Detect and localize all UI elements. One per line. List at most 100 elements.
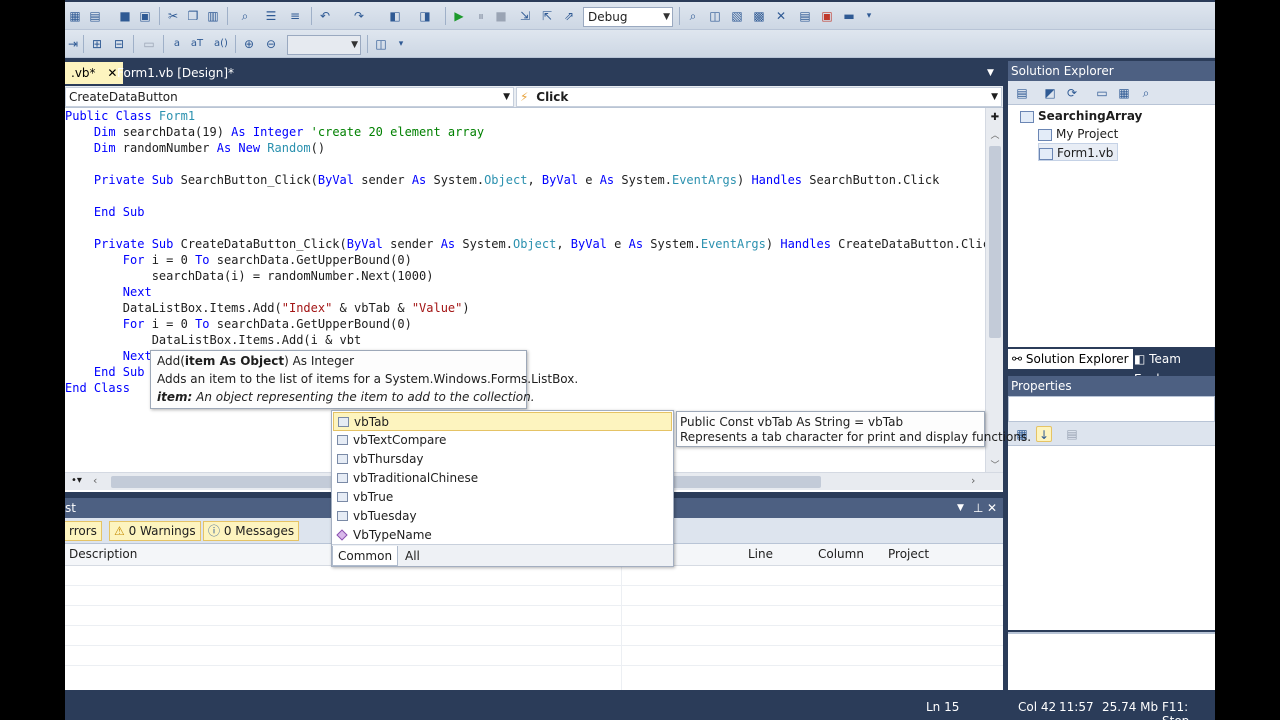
navigate-back-icon[interactable]: ◧ (387, 8, 403, 24)
tab-form1-design[interactable]: Form1.vb [Design]* (111, 62, 240, 84)
completion-item[interactable]: vbTuesday (333, 507, 672, 526)
zoom-combo[interactable]: ▼ (287, 35, 361, 55)
step-into-icon[interactable]: ⇲ (517, 8, 533, 24)
add-item-icon[interactable]: ▤ (87, 8, 103, 24)
tab-solution-explorer[interactable]: ⚯ Solution Explorer (1008, 349, 1133, 369)
completion-item[interactable]: vbTab (333, 412, 672, 431)
format-bold-icon[interactable]: a (169, 36, 185, 52)
scroll-left-icon[interactable]: ‹ (93, 474, 97, 487)
format-font-icon[interactable]: aT (189, 36, 205, 52)
code-line[interactable]: Private Sub CreateDataButton_Click(ByVal… (65, 236, 985, 252)
start-debugging-icon[interactable]: ▶ (451, 8, 467, 24)
vertical-scrollbar[interactable]: ✚ ︿ ﹀ (985, 108, 1003, 478)
code-line[interactable]: Next (65, 348, 152, 364)
solution-explorer-icon[interactable]: ◫ (707, 8, 723, 24)
navigate-forward-icon[interactable]: ◨ (417, 8, 433, 24)
completion-item[interactable]: vbTraditionalChinese (333, 469, 672, 488)
tree-item-form1[interactable]: Form1.vb (1038, 143, 1119, 161)
cut-icon[interactable]: ✂ (165, 8, 181, 24)
uncomment-icon[interactable]: ≡ (287, 8, 303, 24)
scroll-right-icon[interactable]: › (971, 474, 975, 487)
code-line[interactable]: For i = 0 To searchData.GetUpperBound(0) (65, 252, 412, 268)
tab-team-explorer[interactable]: ◧ Team Explor (1130, 349, 1215, 386)
properties-icon[interactable]: ▤ (1014, 85, 1030, 101)
bookmark-icon[interactable]: ⊞ (89, 36, 105, 52)
pause-icon[interactable]: ⏸ (473, 8, 489, 24)
code-line[interactable]: End Sub (65, 364, 145, 380)
refresh-icon[interactable]: ⟳ (1064, 85, 1080, 101)
view-designer-icon[interactable]: ▦ (1116, 85, 1132, 101)
vertical-scrollbar-thumb[interactable] (989, 146, 1001, 338)
redo-icon[interactable]: ↷ (351, 8, 367, 24)
code-line[interactable]: DataListBox.Items.Add("Index" & vbTab & … (65, 300, 470, 316)
tree-item-my-project[interactable]: My Project (1038, 125, 1118, 143)
chevron-down-icon[interactable]: ▼ (981, 62, 1000, 84)
code-line[interactable]: Private Sub SearchButton_Click(ByVal sen… (65, 172, 939, 188)
start-page-icon[interactable]: ▤ (797, 8, 813, 24)
zoom-out-icon[interactable]: ⊖ (263, 36, 279, 52)
extension-manager-icon[interactable]: ▣ (819, 8, 835, 24)
object-browser-icon[interactable]: ▩ (751, 8, 767, 24)
properties-grid[interactable] (1008, 446, 1215, 630)
find-in-files-icon[interactable]: ⌕ (685, 8, 701, 24)
code-line[interactable]: DataListBox.Items.Add(i & vbt (65, 332, 362, 348)
find-icon[interactable]: ⌕ (237, 8, 253, 24)
comment-icon[interactable]: ☰ (263, 8, 279, 24)
class-diagram-icon[interactable]: ⌕ (1138, 85, 1154, 101)
save-icon[interactable]: ■ (117, 8, 133, 24)
close-icon[interactable]: ✕ (987, 498, 997, 518)
layout-icon[interactable]: ◫ (373, 36, 389, 52)
save-all-icon[interactable]: ▣ (137, 8, 153, 24)
scroll-down-icon[interactable]: ﹀ (988, 458, 1002, 471)
property-pages-icon[interactable]: ▤ (1064, 426, 1080, 442)
intellisense-completion-list[interactable]: VbTypeName vbTuesday vbTrue vbTraditionalCh… (331, 410, 674, 567)
code-line[interactable]: End Sub (65, 204, 145, 220)
undo-icon[interactable]: ↶ (317, 8, 333, 24)
code-line[interactable]: End Class (65, 380, 130, 396)
completion-item[interactable]: VbTypeName (333, 526, 672, 545)
comment-out-icon[interactable]: ▭ (141, 36, 157, 52)
properties-window-icon[interactable]: ▧ (729, 8, 745, 24)
alphabetical-icon[interactable]: ↓ (1036, 426, 1052, 442)
format-style-icon[interactable]: a() (213, 36, 229, 52)
errors-filter-button[interactable]: rrors (65, 521, 102, 541)
command-window-icon[interactable]: ▬ (841, 8, 857, 24)
class-name-combo[interactable]: CreateDataButton ▼ (65, 87, 514, 107)
solution-configuration-combo[interactable]: Debug ▼ (583, 7, 673, 27)
code-line[interactable]: Public Class Form1 (65, 108, 195, 124)
tab-common[interactable]: Common (332, 546, 399, 566)
paste-icon[interactable]: ▥ (205, 8, 221, 24)
zoom-in-icon[interactable]: ⊕ (241, 36, 257, 52)
method-name-combo[interactable]: ⚡ Click ▼ (516, 87, 1002, 107)
decrease-indent-icon[interactable]: ⇥ (65, 36, 81, 52)
warnings-filter-button[interactable]: ⚠ 0 Warnings (109, 521, 201, 541)
step-out-icon[interactable]: ⇗ (561, 8, 577, 24)
view-code-icon[interactable]: ▭ (1094, 85, 1110, 101)
toolbar-options-icon[interactable]: ▾ (393, 36, 409, 52)
code-line[interactable]: Next (65, 284, 152, 300)
code-line[interactable]: Dim randomNumber As New Random() (65, 140, 325, 156)
show-all-files-icon[interactable]: ◩ (1042, 85, 1058, 101)
scroll-up-icon[interactable]: ︿ (988, 128, 1002, 141)
completion-item[interactable]: vbThursday (333, 450, 672, 469)
toolbar-options-icon[interactable]: ▾ (861, 8, 877, 24)
stop-icon[interactable]: ■ (493, 8, 509, 24)
chevron-down-icon[interactable]: ▼ (957, 498, 964, 518)
toggle-bookmark-icon[interactable]: ⊟ (111, 36, 127, 52)
messages-filter-button[interactable]: ⓘ 0 Messages (203, 521, 300, 541)
step-over-icon[interactable]: ⇱ (539, 8, 555, 24)
column-project[interactable]: Project (888, 547, 929, 561)
tree-item-project[interactable]: SearchingArray (1020, 107, 1142, 125)
zoom-dropdown-icon[interactable]: •▾ (71, 475, 82, 486)
pin-icon[interactable]: ⊥ (973, 498, 983, 518)
column-line[interactable]: Line (748, 547, 773, 561)
new-project-icon[interactable]: ▦ (67, 8, 83, 24)
column-description[interactable]: Description (69, 547, 137, 561)
code-line[interactable]: Dim searchData(19) As Integer 'create 20… (65, 124, 484, 140)
code-line[interactable]: searchData(i) = randomNumber.Next(1000) (65, 268, 434, 284)
completion-item[interactable]: vbTrue (333, 488, 672, 507)
split-icon[interactable]: ✚ (988, 112, 1002, 123)
copy-icon[interactable]: ❐ (185, 8, 201, 24)
column-column[interactable]: Column (818, 547, 864, 561)
tab-all[interactable]: All (400, 546, 425, 566)
